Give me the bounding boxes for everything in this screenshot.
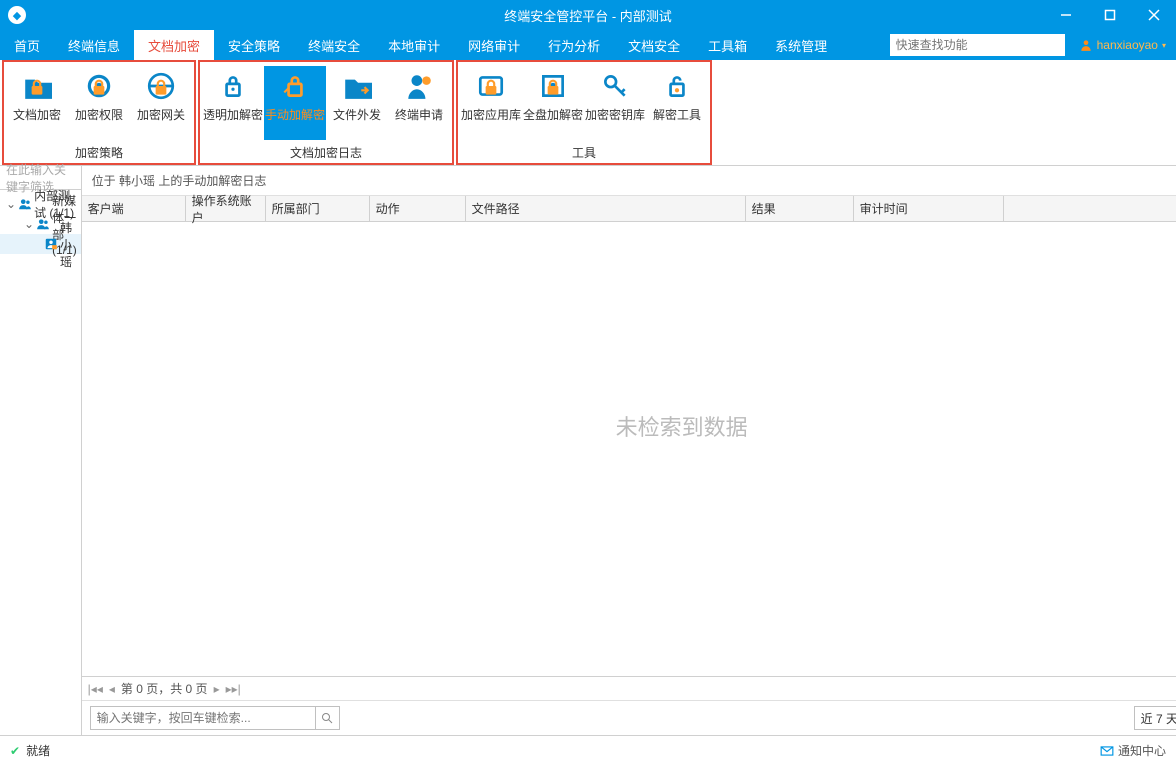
menubar: 首页终端信息文档加密安全策略终端安全本地审计网络审计行为分析文档安全工具箱系统管… [0, 30, 1176, 60]
ribbon-item-disk-lock[interactable]: 全盘加解密 [522, 66, 584, 140]
close-button[interactable] [1132, 0, 1176, 30]
grid-col-4[interactable]: 文件路径 [466, 196, 746, 221]
ribbon-item-label: 加密网关 [137, 106, 185, 123]
ribbon-item-label: 文档加密 [13, 106, 61, 123]
notification-center-button[interactable]: 通知中心 [1100, 742, 1166, 759]
grid-body: 未检索到数据 [82, 222, 1176, 677]
grid-col-6[interactable]: 审计时间 [854, 196, 1004, 221]
ribbon-item-unlock-tool[interactable]: 解密工具 [646, 66, 708, 140]
app-lock-icon [475, 70, 507, 102]
pager: |◂◂ ◂ 第 0 页，共 0 页 ▸ ▸▸| [82, 677, 1176, 701]
lock-shield-icon [217, 70, 249, 102]
ribbon-item-user-request[interactable]: 终端申请 [388, 66, 450, 140]
grid-col-3[interactable]: 动作 [370, 196, 466, 221]
ribbon-item-label: 加密应用库 [461, 106, 521, 123]
ribbon-group-label: 工具 [460, 140, 708, 163]
menu-tab-1[interactable]: 终端信息 [54, 30, 134, 60]
ribbon-item-label: 加密权限 [75, 106, 123, 123]
grid-col-0[interactable]: 客户端 [82, 196, 186, 221]
sidebar: 在此输入关键字筛选... ⌄内部测试 (1/1)⌄新媒体一部 (1/1)韩小瑶 [0, 166, 82, 735]
ribbon-item-label: 全盘加解密 [523, 106, 583, 123]
pager-first-button[interactable]: |◂◂ [88, 682, 103, 696]
menu-tab-4[interactable]: 终端安全 [294, 30, 374, 60]
ribbon-item-label: 加密密钥库 [585, 106, 645, 123]
ribbon-item-label: 手动加解密 [265, 106, 325, 123]
ribbon-group-label: 文档加密日志 [202, 140, 450, 163]
pager-next-button[interactable]: ▸ [214, 682, 220, 696]
ribbon-item-folder-send[interactable]: 文件外发 [326, 66, 388, 140]
menu-tab-2[interactable]: 文档加密 [134, 30, 214, 60]
content-title: 位于 韩小瑶 上的手动加解密日志 [92, 172, 267, 189]
ribbon-item-key[interactable]: 加密密钥库 [584, 66, 646, 140]
grid-col-5[interactable]: 结果 [746, 196, 854, 221]
minimize-button[interactable] [1044, 0, 1088, 30]
folder-lock-icon [21, 70, 53, 102]
pager-last-button[interactable]: ▸▸| [226, 682, 241, 696]
no-data-label: 未检索到数据 [616, 410, 748, 442]
menu-tab-10[interactable]: 系统管理 [761, 30, 841, 60]
ribbon-group-1: 透明加解密手动加解密文件外发终端申请文档加密日志 [198, 60, 454, 165]
ribbon-item-app-lock[interactable]: 加密应用库 [460, 66, 522, 140]
window-title: 终端安全管控平台 - 内部测试 [504, 6, 672, 25]
menu-tab-3[interactable]: 安全策略 [214, 30, 294, 60]
hand-lock-icon [279, 70, 311, 102]
ribbon-item-label: 终端申请 [395, 106, 443, 123]
user-request-icon [403, 70, 435, 102]
keyword-search-button[interactable] [315, 707, 339, 729]
time-range-value: 近 7 天 [1141, 710, 1176, 727]
menu-tab-0[interactable]: 首页 [0, 30, 54, 60]
menu-tab-7[interactable]: 行为分析 [534, 30, 614, 60]
tree-twisty-icon: ⌄ [24, 217, 34, 231]
keyword-input[interactable] [91, 707, 315, 729]
ribbon-item-hand-lock[interactable]: 手动加解密 [264, 66, 326, 140]
tree-node-label: 韩小瑶 [60, 219, 81, 270]
org-tree: ⌄内部测试 (1/1)⌄新媒体一部 (1/1)韩小瑶 [0, 190, 81, 258]
gateway-lock-icon [145, 70, 177, 102]
app-logo-icon: ◆ [8, 6, 26, 24]
user-icon [44, 236, 58, 252]
ribbon-item-label: 解密工具 [653, 106, 701, 123]
ribbon-item-gear-lock[interactable]: 加密权限 [68, 66, 130, 140]
unlock-tool-icon [661, 70, 693, 102]
maximize-button[interactable] [1088, 0, 1132, 30]
user-icon [1079, 38, 1093, 52]
main-panel: 位于 韩小瑶 上的手动加解密日志 客户端操作系统账户所属部门动作文件路径结果审计… [82, 166, 1176, 735]
ribbon-item-lock-shield[interactable]: 透明加解密 [202, 66, 264, 140]
pager-text: 第 0 页，共 0 页 [121, 680, 208, 697]
keyword-search [90, 706, 340, 730]
pager-prev-button[interactable]: ◂ [109, 682, 115, 696]
quick-search-input[interactable] [890, 34, 1065, 56]
titlebar: ◆ 终端安全管控平台 - 内部测试 [0, 0, 1176, 30]
group-icon [36, 216, 50, 232]
menu-tab-5[interactable]: 本地审计 [374, 30, 454, 60]
status-ok-icon: ✔ [10, 744, 20, 758]
ribbon: 文档加密加密权限加密网关加密策略透明加解密手动加解密文件外发终端申请文档加密日志… [0, 60, 1176, 166]
user-menu[interactable]: hanxiaoyao▾ [1069, 30, 1176, 60]
menu-tab-8[interactable]: 文档安全 [614, 30, 694, 60]
grid-col-2[interactable]: 所属部门 [266, 196, 370, 221]
ribbon-item-label: 文件外发 [333, 106, 381, 123]
key-icon [599, 70, 631, 102]
ribbon-group-2: 加密应用库全盘加解密加密密钥库解密工具工具 [456, 60, 712, 165]
tree-node-2[interactable]: 韩小瑶 [0, 234, 81, 254]
disk-lock-icon [537, 70, 569, 102]
time-range-select[interactable]: 近 7 天 ▾ [1134, 706, 1176, 730]
ribbon-group-0: 文档加密加密权限加密网关加密策略 [2, 60, 196, 165]
folder-send-icon [341, 70, 373, 102]
gear-lock-icon [83, 70, 115, 102]
menu-tab-9[interactable]: 工具箱 [694, 30, 761, 60]
ribbon-item-folder-lock[interactable]: 文档加密 [6, 66, 68, 140]
tree-twisty-icon: ⌄ [6, 197, 16, 211]
statusbar: ✔ 就绪 通知中心 [0, 735, 1176, 765]
ribbon-item-gateway-lock[interactable]: 加密网关 [130, 66, 192, 140]
ribbon-item-label: 透明加解密 [203, 106, 263, 123]
group-icon [18, 196, 32, 212]
notification-label: 通知中心 [1118, 742, 1166, 759]
mail-icon [1100, 744, 1114, 758]
grid-col-1[interactable]: 操作系统账户 [186, 196, 266, 221]
menu-tab-6[interactable]: 网络审计 [454, 30, 534, 60]
status-text: 就绪 [26, 742, 50, 759]
grid-header: 客户端操作系统账户所属部门动作文件路径结果审计时间 [82, 196, 1176, 222]
